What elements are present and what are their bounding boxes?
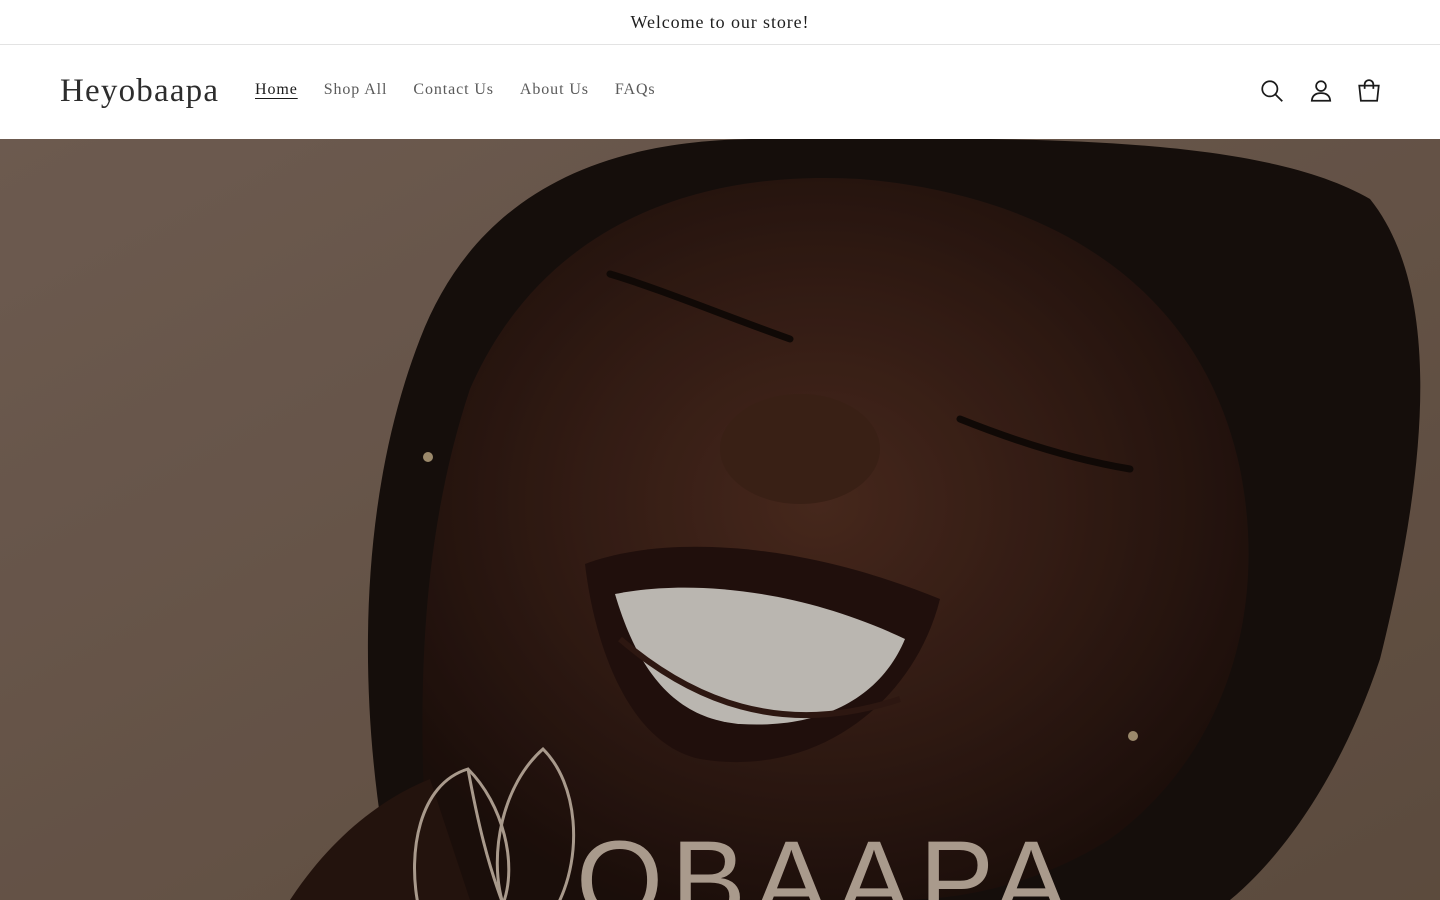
cart-icon: [1358, 79, 1380, 102]
hero-brand-mark: OBAAPA: [576, 818, 1077, 900]
account-icon: [1310, 80, 1332, 102]
main-nav: Home Shop All Contact Us About Us FAQs: [255, 79, 682, 103]
nav-faqs[interactable]: FAQs: [615, 79, 656, 103]
search-icon: [1261, 80, 1283, 102]
nav-shop-all[interactable]: Shop All: [324, 79, 388, 103]
announcement-text: Welcome to our store!: [630, 11, 810, 32]
search-button[interactable]: [1257, 76, 1287, 106]
nav-home[interactable]: Home: [255, 79, 298, 103]
announcement-bar: Welcome to our store!: [0, 0, 1440, 45]
hero-overlay: [0, 139, 1440, 900]
store-logo[interactable]: Heyobaapa: [60, 71, 219, 111]
cart-button[interactable]: [1354, 76, 1384, 106]
account-button[interactable]: [1306, 76, 1336, 106]
leaf-logo-icon: [413, 746, 576, 900]
nav-contact-us[interactable]: Contact Us: [413, 79, 494, 103]
hero-banner[interactable]: OBAAPA: [0, 139, 1440, 900]
nav-about-us[interactable]: About Us: [520, 79, 589, 103]
site-header: Heyobaapa Home Shop All Contact Us About…: [0, 45, 1440, 139]
